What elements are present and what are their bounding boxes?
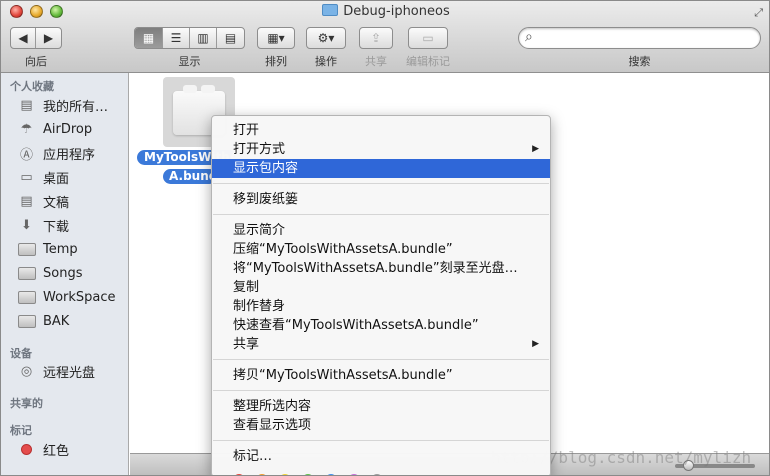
sidebar-item-temp[interactable]: Temp <box>17 238 127 260</box>
view-mode-control: ▦ ☰ ▥ ▤ <box>134 27 245 49</box>
search-icon: ⌕ <box>525 29 533 45</box>
sidebar-item-downloads[interactable]: ⬇ 下载 <box>17 214 127 236</box>
share-button[interactable]: ⇪ <box>359 27 393 49</box>
folder-icon <box>17 265 36 281</box>
menu-separator <box>213 440 549 441</box>
forward-button[interactable]: ▶ <box>36 28 61 48</box>
applications-icon: Ⓐ <box>19 147 33 163</box>
folder-icon <box>17 289 36 305</box>
context-menu: 打开 打开方式 ▶ 显示包内容 移到废纸篓 显示简介 压缩“MyToolsWith… <box>211 115 551 475</box>
menu-item-get-info[interactable]: 显示简介 <box>212 221 550 240</box>
menu-item-open[interactable]: 打开 <box>212 121 550 140</box>
back-forward-label: 向后 <box>25 55 47 68</box>
gear-icon: ⚙▾ <box>317 31 335 45</box>
sidebar-item-songs[interactable]: Songs <box>17 262 127 284</box>
menu-separator <box>213 390 549 391</box>
column-view-icon: ▥ <box>197 31 209 45</box>
coverflow-view-button[interactable]: ▤ <box>217 28 244 48</box>
sidebar-item-documents[interactable]: ▤ 文稿 <box>17 190 127 212</box>
forward-arrow-icon: ▶ <box>43 31 54 45</box>
remote-disc-icon: ◎ <box>20 363 33 379</box>
documents-icon: ▤ <box>20 193 33 209</box>
red-tag-icon <box>17 441 36 457</box>
fullscreen-icon[interactable]: ⤢ <box>754 6 763 20</box>
share-icon: ⇪ <box>370 31 382 45</box>
icon-view-button[interactable]: ▦ <box>135 28 163 48</box>
sidebar: 个人收藏 ▤ 我的所有… ☂ AirDrop Ⓐ 应用程序 ▭ 桌面 ▤ 文稿 ⬇ 下载 T… <box>1 73 129 475</box>
sidebar-item-all-my-files[interactable]: ▤ 我的所有… <box>17 94 127 116</box>
sidebar-item-airdrop[interactable]: ☂ AirDrop <box>17 118 127 140</box>
folder-icon <box>322 4 339 16</box>
devices-header: 设备 <box>10 347 32 360</box>
coverflow-view-icon: ▤ <box>224 31 237 45</box>
folder-icon <box>17 313 36 329</box>
action-button[interactable]: ⚙▾ <box>306 27 346 49</box>
sidebar-item-applications[interactable]: Ⓐ 应用程序 <box>17 142 127 164</box>
menu-item-duplicate[interactable]: 复制 <box>212 278 550 297</box>
menu-item-compress[interactable]: 压缩“MyToolsWithAssetsA.bundle” <box>212 240 550 259</box>
menu-item-copy[interactable]: 拷贝“MyToolsWithAssetsA.bundle” <box>212 366 550 385</box>
menu-item-quick-look[interactable]: 快速查看“MyToolsWithAssetsA.bundle” <box>212 316 550 335</box>
back-arrow-icon: ◀ <box>18 31 28 45</box>
menu-separator <box>213 359 549 360</box>
menu-item-make-alias[interactable]: 制作替身 <box>212 297 550 316</box>
menu-item-show-view-options[interactable]: 查看显示选项 <box>212 416 550 435</box>
favorites-header: 个人收藏 <box>10 80 54 93</box>
menu-separator <box>213 214 549 215</box>
shared-header: 共享的 <box>10 397 43 410</box>
tag-icon: ▭ <box>422 31 434 45</box>
toolbar: Debug-iphoneos ⤢ ◀ ▶ 向后 ▦ ☰ ▥ ▤ 显示 ▦▾ 排列… <box>1 1 769 73</box>
menu-item-burn[interactable]: 将“MyToolsWithAssetsA.bundle”刻录至光盘… <box>212 259 550 278</box>
menu-item-move-to-trash[interactable]: 移到废纸篓 <box>212 190 550 209</box>
airdrop-icon: ☂ <box>20 121 33 137</box>
icon-view-icon: ▦ <box>142 31 155 45</box>
sidebar-item-bak[interactable]: BAK <box>17 310 127 332</box>
sidebar-item-tag-red[interactable]: 红色 <box>17 438 127 460</box>
folder-icon <box>17 241 36 257</box>
menu-separator <box>213 183 549 184</box>
sidebar-item-workspace[interactable]: WorkSpace <box>17 286 127 308</box>
search-input[interactable] <box>543 30 753 46</box>
menu-item-tags[interactable]: 标记… <box>212 447 550 466</box>
arrange-button[interactable]: ▦▾ <box>257 27 295 49</box>
tags-header: 标记 <box>10 424 32 437</box>
sidebar-item-desktop[interactable]: ▭ 桌面 <box>17 166 127 188</box>
search-field[interactable]: ⌕ <box>518 27 761 49</box>
arrange-label: 排列 <box>265 55 287 68</box>
arrange-icon: ▦▾ <box>267 31 285 45</box>
search-label: 搜索 <box>628 55 651 68</box>
desktop-icon: ▭ <box>20 169 33 185</box>
back-forward-control: ◀ ▶ <box>10 27 62 49</box>
finder-window: Debug-iphoneos ⤢ ◀ ▶ 向后 ▦ ☰ ▥ ▤ 显示 ▦▾ 排列… <box>0 0 770 476</box>
menu-item-clean-up-selection[interactable]: 整理所选内容 <box>212 397 550 416</box>
action-label: 操作 <box>315 55 337 68</box>
downloads-icon: ⬇ <box>21 217 32 233</box>
submenu-arrow-icon: ▶ <box>532 339 539 349</box>
window-title: Debug-iphoneos <box>1 4 769 19</box>
all-files-icon: ▤ <box>20 97 33 113</box>
list-view-button[interactable]: ☰ <box>163 28 190 48</box>
edit-tags-button[interactable]: ▭ <box>408 27 448 49</box>
back-button[interactable]: ◀ <box>11 28 36 48</box>
edit-tags-label: 编辑标记 <box>406 55 450 68</box>
share-label: 共享 <box>365 55 387 68</box>
menu-item-share[interactable]: 共享 ▶ <box>212 335 550 354</box>
list-view-icon: ☰ <box>170 31 182 45</box>
view-label: 显示 <box>178 55 201 68</box>
sidebar-item-remote-disc[interactable]: ◎ 远程光盘 <box>17 360 127 382</box>
menu-item-open-with[interactable]: 打开方式 ▶ <box>212 140 550 159</box>
submenu-arrow-icon: ▶ <box>532 144 539 154</box>
menu-item-show-package-contents[interactable]: 显示包内容 <box>212 159 550 178</box>
column-view-button[interactable]: ▥ <box>190 28 217 48</box>
